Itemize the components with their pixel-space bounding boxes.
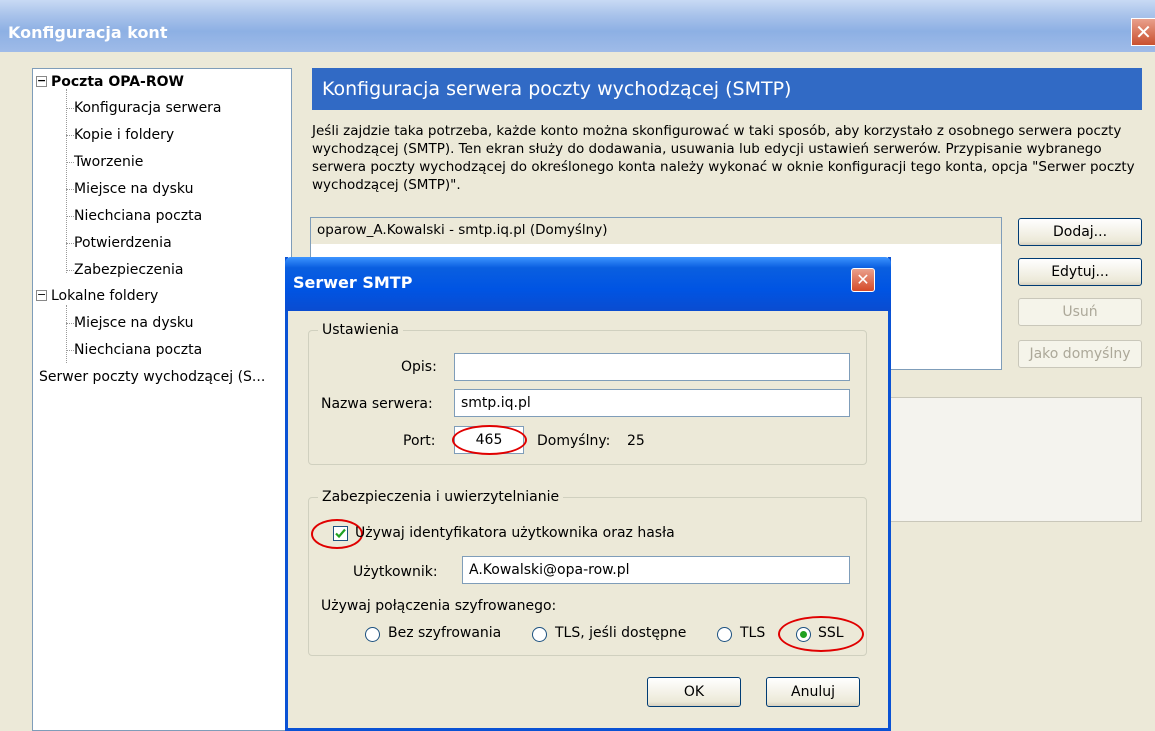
tree-item-label: Potwierdzenia [74, 235, 172, 251]
description-field[interactable] [454, 353, 850, 381]
tree-branch-line [66, 162, 74, 163]
tree-item-label: Kopie i foldery [74, 127, 175, 143]
tree-item-label: Lokalne foldery [51, 288, 159, 304]
radio-no-encryption[interactable] [365, 627, 380, 642]
tree-item-label: Serwer poczty wychodzącej (S... [39, 369, 266, 385]
edit-button[interactable]: Edytuj... [1018, 258, 1142, 286]
use-auth-label: Używaj identyfikatora użytkownika oraz h… [355, 525, 675, 541]
account-tree: − Poczta OPA-ROW Konfiguracja serwera Ko… [32, 68, 292, 731]
radio-tls-if-available[interactable] [532, 627, 547, 642]
dialog-titlebar: Serwer SMTP ✕ [285, 257, 891, 311]
port-label: Port: [403, 433, 436, 449]
dialog-title: Serwer SMTP [293, 273, 413, 292]
tree-branch-line [66, 323, 74, 324]
set-default-button[interactable]: Jako domyślny [1018, 340, 1142, 368]
collapse-icon[interactable]: − [36, 75, 47, 87]
settings-group-title: Ustawienia [318, 320, 403, 340]
tree-branch-line [66, 350, 74, 351]
page-title: Konfiguracja serwera poczty wychodzącej … [312, 68, 1142, 110]
panel-description: Jeśli zajdzie taka potrzeba, każde konto… [312, 123, 1135, 193]
dialog-close-button[interactable]: ✕ [851, 268, 875, 292]
server-name-label: Nazwa serwera: [321, 396, 433, 412]
tree-branch-line [66, 216, 74, 217]
username-field[interactable]: A.Kowalski@opa-row.pl [462, 556, 850, 584]
tree-guide-line [66, 89, 67, 273]
tree-item-label: Poczta OPA-ROW [51, 74, 184, 90]
smtp-server-dialog: Serwer SMTP ✕ Ustawienia Opis: Nazwa ser… [285, 257, 891, 731]
remove-button-label: Usuń [1062, 304, 1098, 320]
tree-branch-line [66, 135, 74, 136]
list-item[interactable]: oparow_A.Kowalski - smtp.iq.pl (Domyślny… [311, 218, 1001, 244]
encryption-label: Używaj połączenia szyfrowanego: [321, 598, 557, 614]
radio-no-encryption-label: Bez szyfrowania [388, 625, 502, 641]
window-title: Konfiguracja kont [8, 23, 168, 42]
collapse-icon[interactable]: − [36, 289, 47, 301]
ok-button-label: OK [683, 684, 705, 700]
default-port-value: 25 [627, 433, 645, 449]
add-button[interactable]: Dodaj... [1018, 218, 1142, 246]
radio-tls-label: TLS [740, 625, 766, 641]
cancel-button[interactable]: Anuluj [766, 677, 860, 707]
main-titlebar: Konfiguracja kont ✕ [0, 0, 1155, 52]
tree-branch-line [66, 243, 74, 244]
set-default-button-label: Jako domyślny [1029, 346, 1131, 362]
window-close-button[interactable]: ✕ [1131, 18, 1155, 46]
settings-group: Ustawienia Opis: Nazwa serwera: smtp.iq.… [308, 320, 867, 465]
server-name-field[interactable]: smtp.iq.pl [454, 389, 850, 417]
security-group-title: Zabezpieczenia i uwierzytelnianie [318, 487, 564, 507]
tree-item-label: Miejsce na dysku [74, 315, 194, 331]
remove-button[interactable]: Usuń [1018, 298, 1142, 326]
default-port-label: Domyślny: [537, 433, 611, 449]
description-label: Opis: [401, 359, 437, 375]
cancel-button-label: Anuluj [791, 684, 835, 700]
ssl-highlight [778, 616, 864, 652]
radio-tls-if-available-label: TLS, jeśli dostępne [555, 625, 687, 641]
edit-button-label: Edytuj... [1051, 264, 1109, 280]
username-label: Użytkownik: [353, 564, 438, 580]
tree-item-label: Zabezpieczenia [74, 262, 184, 278]
tree-branch-line [66, 270, 74, 271]
tree-item-label: Niechciana poczta [74, 208, 203, 224]
tree-item-label: Tworzenie [74, 154, 144, 170]
tree-item-label: Konfiguracja serwera [74, 100, 222, 116]
add-button-label: Dodaj... [1052, 224, 1108, 240]
tree-branch-line [66, 108, 74, 109]
server-details-box [888, 397, 1142, 522]
close-icon: ✕ [1135, 20, 1152, 44]
tree-item-label: Miejsce na dysku [74, 181, 194, 197]
security-group: Zabezpieczenia i uwierzytelnianie Używaj… [308, 487, 867, 656]
tree-item-label: Niechciana poczta [74, 342, 203, 358]
ok-button[interactable]: OK [647, 677, 741, 707]
close-icon: ✕ [856, 270, 870, 289]
radio-tls[interactable] [717, 627, 732, 642]
port-highlight [452, 425, 527, 455]
tree-guide-line [66, 305, 67, 363]
tree-branch-line [66, 189, 74, 190]
